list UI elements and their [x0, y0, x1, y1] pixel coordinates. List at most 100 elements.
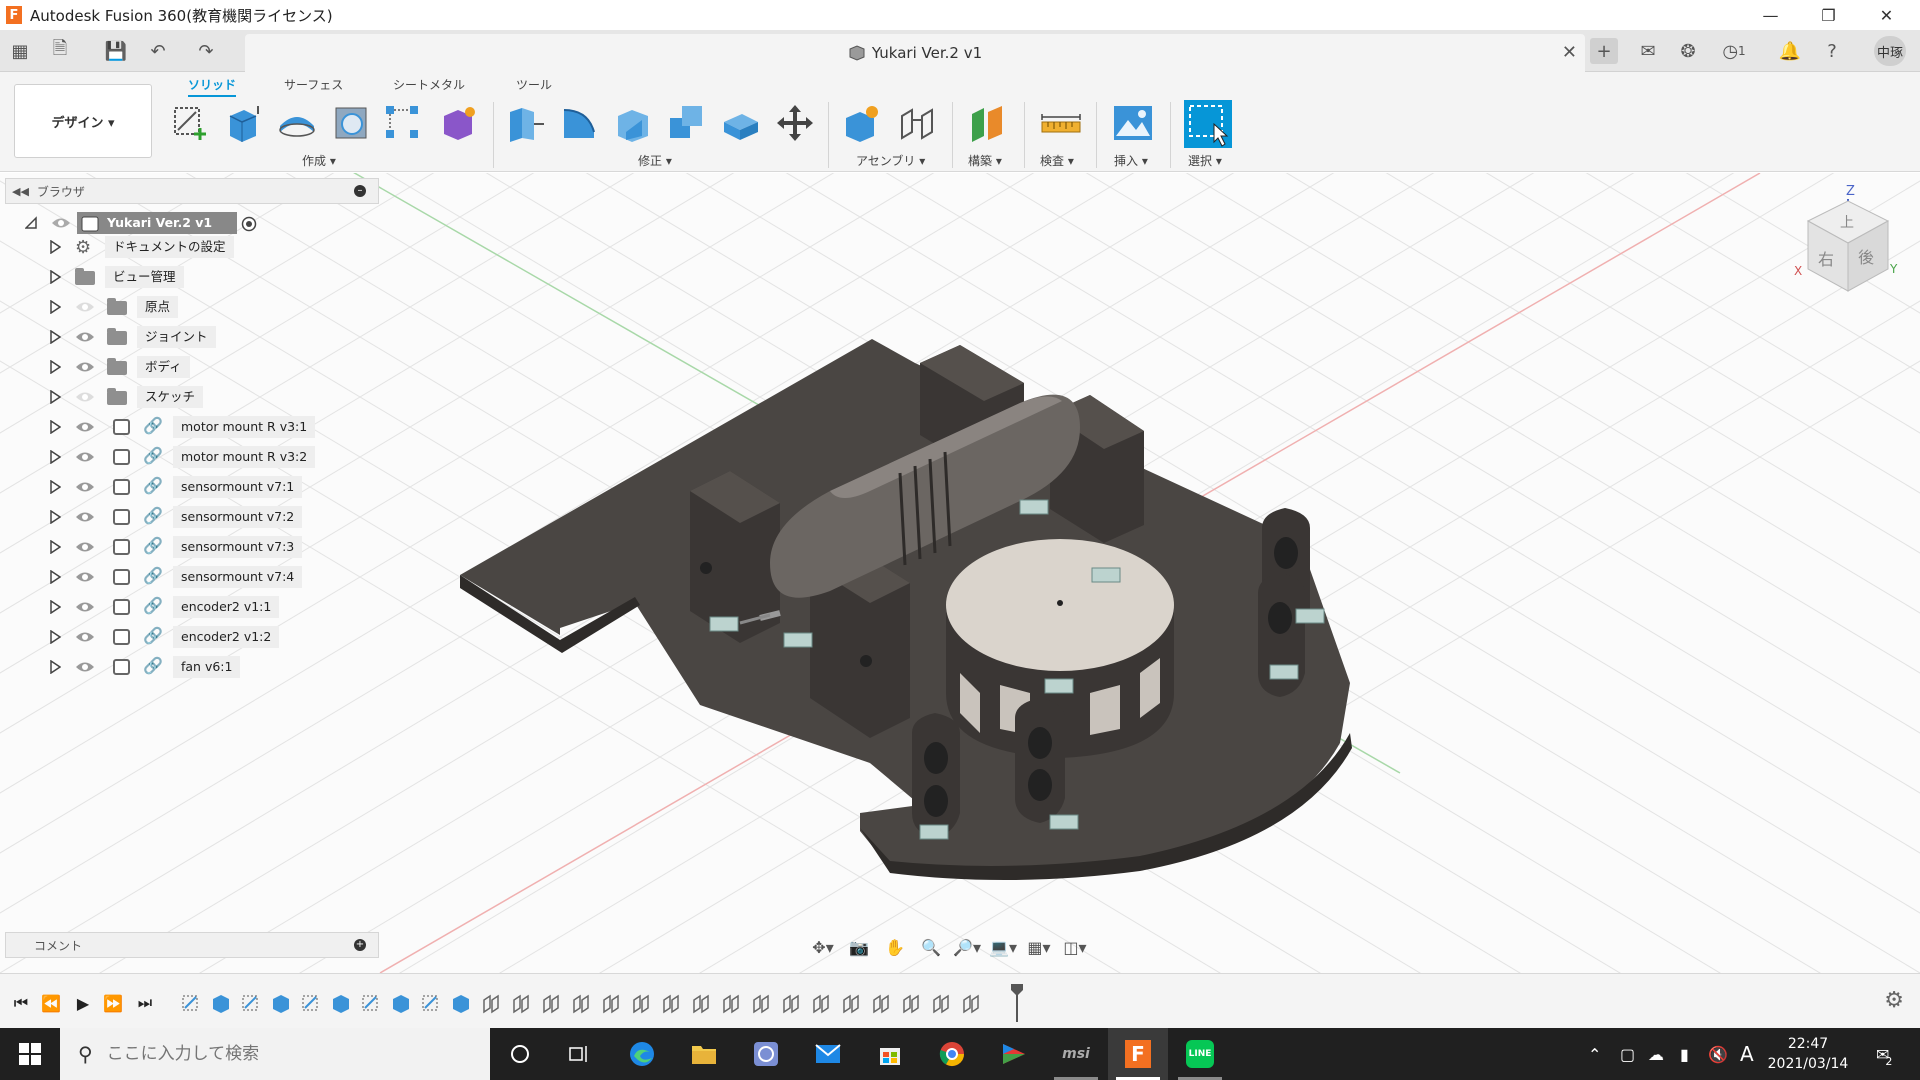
shell-icon[interactable]: [720, 102, 762, 144]
browser-tree-row[interactable]: 🔗 encoder2 v1:2: [5, 624, 379, 650]
display-settings-icon[interactable]: 💻▾: [988, 936, 1018, 958]
timeline-joint-icon[interactable]: [630, 992, 652, 1014]
expand-triangle-icon[interactable]: [49, 660, 61, 674]
group-inspect[interactable]: 検査 ▾: [1040, 152, 1074, 169]
combine-icon[interactable]: [666, 102, 708, 144]
browser-item-label[interactable]: encoder2 v1:2: [173, 626, 280, 648]
viewports-icon[interactable]: ◫▾: [1060, 936, 1090, 958]
ime-indicator[interactable]: A: [1740, 1028, 1754, 1080]
timeline-prev-icon[interactable]: ⏪: [40, 992, 62, 1014]
expand-triangle-icon[interactable]: [49, 600, 61, 614]
visibility-eye-icon[interactable]: [75, 450, 95, 464]
timeline-last-icon[interactable]: ⏭: [134, 992, 156, 1014]
timeline-joint-icon[interactable]: [540, 992, 562, 1014]
browser-item-label[interactable]: ジョイント: [137, 326, 216, 348]
extensions-icon[interactable]: ❂: [1674, 38, 1702, 64]
tab-sheet-metal[interactable]: シートメタル: [393, 76, 465, 93]
tab-tools[interactable]: ツール: [516, 76, 552, 93]
minimize-panel-icon[interactable]: –: [354, 185, 366, 197]
browser-item-label[interactable]: fan v6:1: [173, 656, 241, 678]
timeline-marker-icon[interactable]: [1010, 984, 1024, 1022]
browser-item-label[interactable]: sensormount v7:2: [173, 506, 303, 528]
timeline-first-icon[interactable]: ⏮: [10, 992, 32, 1014]
browser-item-label[interactable]: encoder2 v1:1: [173, 596, 280, 618]
browser-item-label[interactable]: motor mount R v3:1: [173, 416, 316, 438]
group-select[interactable]: 選択 ▾: [1188, 152, 1222, 169]
timeline-joint-icon[interactable]: [570, 992, 592, 1014]
start-button[interactable]: [0, 1028, 60, 1080]
select-icon[interactable]: [1184, 100, 1232, 148]
save-icon[interactable]: 💾: [104, 39, 128, 63]
media-player-icon[interactable]: [984, 1028, 1044, 1080]
timeline-joint-icon[interactable]: [930, 992, 952, 1014]
press-pull-icon[interactable]: [504, 102, 546, 144]
expand-triangle-icon[interactable]: [49, 240, 61, 254]
workspace-switcher[interactable]: デザイン ▾: [14, 84, 152, 158]
timeline-sketch-icon[interactable]: [300, 992, 322, 1014]
comment-panel[interactable]: コメント +: [5, 932, 379, 958]
close-tab-icon[interactable]: ✕: [1562, 42, 1577, 63]
visibility-eye-icon[interactable]: [75, 360, 95, 374]
timeline-joint-icon[interactable]: [510, 992, 532, 1014]
expand-triangle-icon[interactable]: [49, 570, 61, 584]
insert-canvas-icon[interactable]: [1112, 102, 1154, 144]
browser-tree-row[interactable]: ビュー管理: [5, 264, 379, 290]
tray-overflow-icon[interactable]: ⌃: [1588, 1028, 1601, 1080]
cortana-icon[interactable]: [490, 1028, 550, 1080]
create-sketch-icon[interactable]: [170, 102, 212, 144]
hidden-eye-icon[interactable]: [75, 390, 95, 404]
notification-bell-icon[interactable]: 🔔: [1776, 38, 1804, 64]
browser-item-label[interactable]: ドキュメントの設定: [105, 236, 234, 258]
browser-item-label[interactable]: 原点: [137, 296, 179, 318]
timeline-settings-gear-icon[interactable]: ⚙: [1884, 988, 1904, 1013]
timeline-joint-icon[interactable]: [780, 992, 802, 1014]
visibility-eye-icon[interactable]: [75, 510, 95, 524]
visibility-eye-icon[interactable]: [75, 420, 95, 434]
visibility-eye-icon[interactable]: [75, 600, 95, 614]
data-panel-grid-icon[interactable]: ▦: [8, 39, 32, 63]
browser-tree-row[interactable]: 🔗 motor mount R v3:1: [5, 414, 379, 440]
user-avatar[interactable]: 中琢: [1874, 36, 1906, 66]
browser-tree-row[interactable]: 🔗 motor mount R v3:2: [5, 444, 379, 470]
create-form-icon[interactable]: [436, 102, 478, 144]
new-tab-plus-icon[interactable]: +: [1590, 38, 1618, 64]
expand-triangle-icon[interactable]: [49, 300, 61, 314]
browser-header[interactable]: ◀◀ ブラウザ –: [5, 178, 379, 204]
browser-item-label[interactable]: ビュー管理: [105, 266, 184, 288]
microsoft-store-icon[interactable]: [860, 1028, 920, 1080]
document-tab[interactable]: Yukari Ver.2 v1 ✕: [245, 34, 1585, 72]
taskbar-clock[interactable]: 22:47 2021/03/14: [1760, 1034, 1856, 1074]
edge-browser-icon[interactable]: [612, 1028, 672, 1080]
timeline-sketch-icon[interactable]: [360, 992, 382, 1014]
grid-settings-icon[interactable]: ▦▾: [1024, 936, 1054, 958]
fusion-taskbar-icon[interactable]: F: [1108, 1028, 1168, 1080]
taskbar-search[interactable]: ⚲: [60, 1028, 490, 1080]
visibility-eye-icon[interactable]: [75, 480, 95, 494]
browser-tree-row[interactable]: 🔗 sensormount v7:4: [5, 564, 379, 590]
tree-root-row[interactable]: Yukari Ver.2 v1: [5, 210, 379, 236]
redo-icon[interactable]: ↷: [194, 39, 218, 63]
browser-item-label[interactable]: sensormount v7:3: [173, 536, 303, 558]
browser-tree-row[interactable]: ジョイント: [5, 324, 379, 350]
visibility-eye-icon[interactable]: [75, 540, 95, 554]
move-copy-icon[interactable]: [774, 102, 816, 144]
tray-device-icon[interactable]: ▢: [1620, 1028, 1635, 1080]
fillet-icon[interactable]: [558, 102, 600, 144]
extrude-icon[interactable]: [222, 102, 264, 144]
fit-zoom-icon[interactable]: 🔎▾: [952, 936, 982, 958]
expand-triangle-icon[interactable]: [49, 360, 61, 374]
zoom-icon[interactable]: 🔍: [916, 936, 946, 958]
timeline-extrude-icon[interactable]: [330, 992, 352, 1014]
maximize-button[interactable]: ❐: [1800, 0, 1857, 30]
expand-triangle-icon[interactable]: [49, 540, 61, 554]
browser-tree-row[interactable]: 原点: [5, 294, 379, 320]
tab-solid[interactable]: ソリッド: [188, 76, 237, 97]
root-component-label[interactable]: Yukari Ver.2 v1: [77, 212, 237, 234]
timeline-joint-icon[interactable]: [480, 992, 502, 1014]
offset-plane-icon[interactable]: [966, 102, 1008, 144]
viewcube[interactable]: Z 上 右 後 X Y: [1794, 184, 1898, 292]
photos-app-icon[interactable]: [736, 1028, 796, 1080]
visibility-eye-icon[interactable]: [75, 330, 95, 344]
timeline-extrude-icon[interactable]: [270, 992, 292, 1014]
expand-triangle-icon[interactable]: [49, 510, 61, 524]
